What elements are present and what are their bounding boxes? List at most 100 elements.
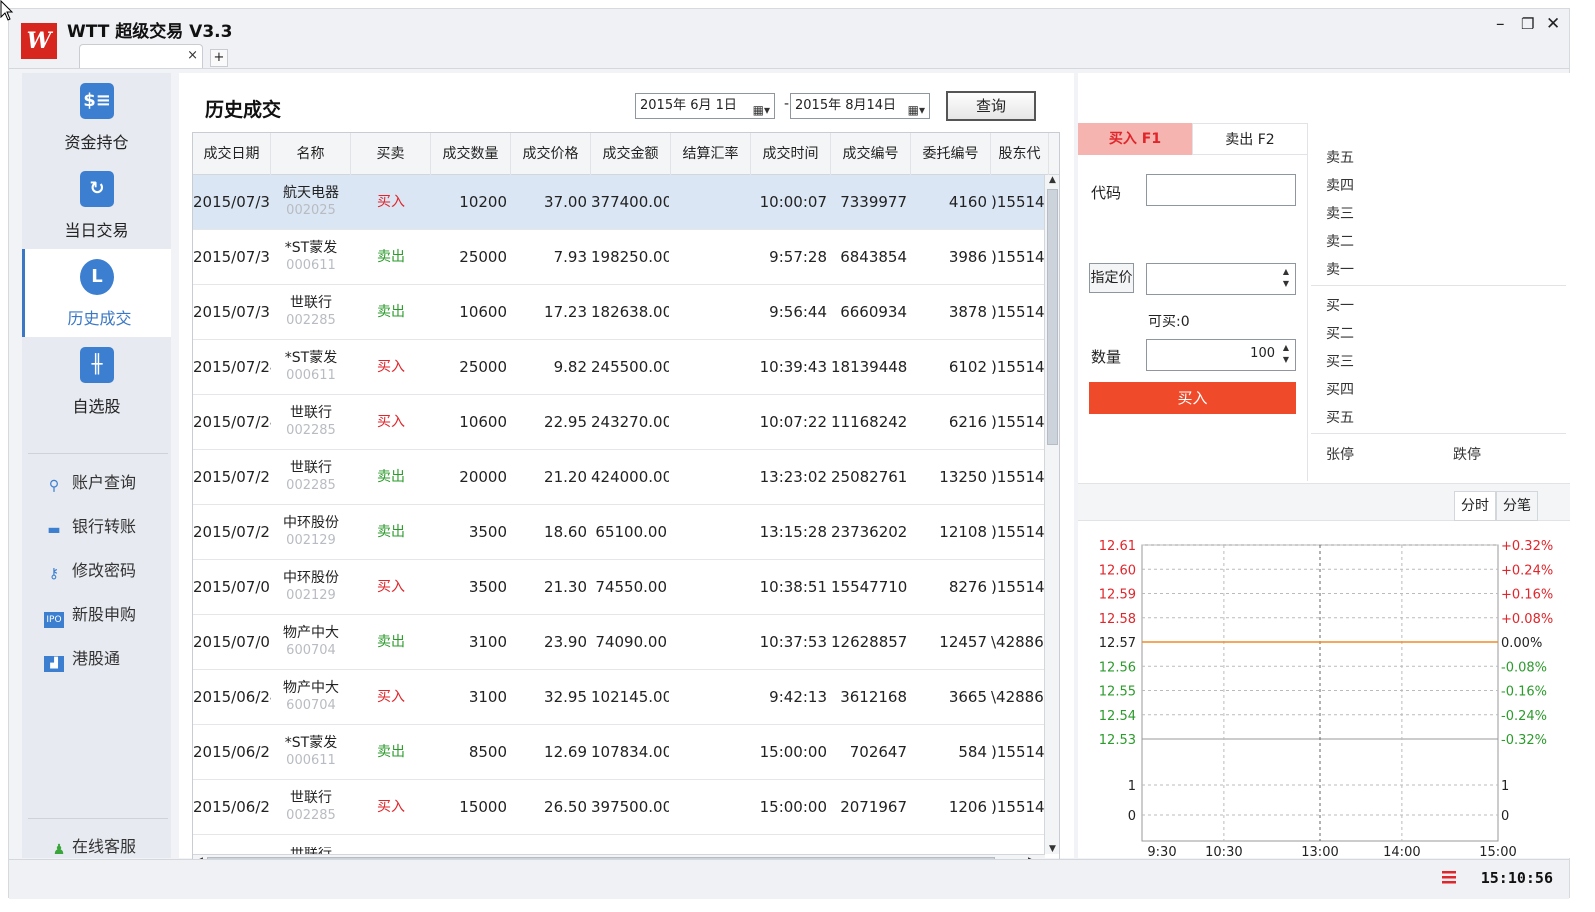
column-header[interactable]: 股东代	[991, 133, 1049, 175]
cell-order-no: 3986	[948, 248, 987, 266]
online-support-link[interactable]: ♟ 在线客服	[52, 833, 136, 859]
bid-level-label: 买五	[1326, 410, 1354, 426]
cell-time: 10:39:43	[759, 358, 827, 376]
menu-lines-icon[interactable]	[1441, 869, 1457, 885]
minimize-button[interactable]: –	[1496, 14, 1505, 34]
cell-holder: )15514	[991, 798, 1045, 816]
cell-rate	[671, 725, 749, 780]
y-tick-label: 12.61	[1099, 539, 1136, 554]
price-spinner[interactable]: ▲ ▼	[1279, 266, 1293, 290]
price-type-button[interactable]: 指定价	[1089, 263, 1134, 293]
table-row[interactable]: 2015/06/23 世联行 002285 买入 15000 26.50 397500.00…	[193, 780, 1045, 835]
quantity-input[interactable]: 100 ▲ ▼	[1146, 339, 1296, 371]
table-row[interactable]: 2015/07/23 世联行 002285 卖出 20000 21.20 424000.00…	[193, 450, 1045, 505]
cell-name: 物产中大 600704	[271, 670, 351, 725]
table-row[interactable]: 2015/06/23 *ST蒙发 000611 卖出 8500 12.69 107834.0…	[193, 725, 1045, 780]
tab-sell[interactable]: 卖出 F2	[1192, 123, 1308, 155]
cell-time: 15:00:00	[759, 798, 827, 816]
stock-code: 002285	[286, 478, 336, 493]
y-tick-label: 12.55	[1099, 685, 1136, 700]
scroll-up-icon[interactable]: ▲	[1049, 175, 1056, 185]
link-account-query[interactable]: ⚲ 账户查询	[44, 469, 136, 495]
bid-level-label: 买一	[1326, 298, 1354, 314]
cell-qty: 20000	[459, 468, 507, 486]
scroll-down-icon[interactable]: ▼	[1049, 844, 1056, 854]
y-tick-label-right: 0.00%	[1501, 636, 1542, 651]
tab-intraday[interactable]: 分时	[1454, 491, 1496, 521]
cell-qty: 3100	[468, 688, 507, 706]
close-button[interactable]: ✕	[1546, 14, 1560, 34]
nav-today-trades[interactable]: ↻ 当日交易	[22, 161, 171, 249]
buy-button[interactable]: 买入	[1089, 382, 1296, 414]
cell-time: 10:07:22	[759, 413, 827, 431]
cell-order-no: 13250	[939, 468, 987, 486]
volume-tick-label-right: 1	[1501, 779, 1509, 794]
cell-date: 2015/07/24	[193, 358, 271, 376]
stock-name: 物产中大	[283, 625, 339, 641]
sidebar: $≡ 资金持仓 ↻ 当日交易 L 历史成交 ╫ 自选股 ⚲ 账户查询 ▬ 银行转账 …	[22, 73, 171, 858]
scroll-thumb[interactable]	[1047, 189, 1058, 445]
cell-holder: )15514	[991, 193, 1045, 211]
cell-time: 10:38:51	[759, 578, 827, 596]
column-header[interactable]: 买卖	[351, 133, 431, 175]
cell-time: 9:56:44	[769, 303, 827, 321]
price-input[interactable]: ▲ ▼	[1146, 263, 1296, 295]
column-header[interactable]: 成交金额	[591, 133, 671, 175]
column-header[interactable]: 结算汇率	[671, 133, 751, 175]
link-change-password[interactable]: ⚷ 修改密码	[44, 557, 136, 583]
workspace-tab[interactable]: ×	[79, 44, 203, 68]
volume-tick-label: 1	[1128, 779, 1136, 794]
cell-amount: 102145.00	[591, 688, 669, 706]
stock-code: 002285	[286, 423, 336, 438]
tab-close-icon[interactable]: ×	[187, 48, 198, 63]
nav-watchlist[interactable]: ╫ 自选股	[22, 337, 171, 425]
restore-button[interactable]: ❐	[1521, 15, 1534, 33]
table-row[interactable]: 2015/07/24 世联行 002285 买入 10600 22.95 243270.00…	[193, 395, 1045, 450]
ask-level-label: 卖四	[1326, 178, 1354, 194]
column-header[interactable]: 成交时间	[751, 133, 831, 175]
quantity-spinner[interactable]: ▲ ▼	[1279, 342, 1293, 366]
tab-buy[interactable]: 买入 F1	[1078, 123, 1192, 155]
nav-history-trades[interactable]: L 历史成交	[22, 249, 171, 337]
link-hk-connect[interactable]: ▟ 港股通	[44, 645, 120, 672]
tab-ticks[interactable]: 分笔	[1496, 491, 1538, 521]
table-row[interactable]: 2015/07/31 航天电器 002025 买入 10200 37.00 377400.0…	[193, 175, 1045, 230]
column-header[interactable]: 成交价格	[511, 133, 591, 175]
column-header[interactable]: 成交日期	[193, 133, 271, 175]
table-row[interactable]: 2015/07/24 *ST蒙发 000611 买入 25000 9.82 245500.0…	[193, 340, 1045, 395]
column-header[interactable]: 名称	[271, 133, 351, 175]
add-tab-button[interactable]: +	[210, 49, 228, 67]
table-row[interactable]: 2015/07/01 中环股份 002129 买入 3500 21.30 74550.00 1…	[193, 560, 1045, 615]
link-label: 新股申购	[72, 605, 137, 624]
link-ipo-subscribe[interactable]: IPO 新股申购	[44, 601, 137, 628]
cell-side: 卖出	[377, 249, 405, 265]
cell-holder: )15514	[991, 743, 1045, 761]
vertical-scrollbar[interactable]: ▲ ▼	[1044, 175, 1059, 854]
column-header[interactable]: 成交数量	[431, 133, 511, 175]
stock-code: 000611	[286, 258, 336, 273]
table-row[interactable]: 世联行	[193, 835, 1045, 861]
code-input[interactable]	[1146, 174, 1296, 206]
link-bank-transfer[interactable]: ▬ 银行转账	[44, 513, 136, 539]
cell-side: 卖出	[377, 634, 405, 650]
table-row[interactable]: 2015/07/31 *ST蒙发 000611 卖出 25000 7.93 198250.0…	[193, 230, 1045, 285]
query-button[interactable]: 查询	[946, 91, 1036, 121]
calendar-dropdown-icon[interactable]: ▦▾	[908, 98, 925, 122]
nav-funds-positions[interactable]: $≡ 资金持仓	[22, 73, 171, 161]
stock-code: 000611	[286, 368, 336, 383]
cell-amount: 377400.00	[591, 193, 669, 211]
y-tick-label-right: +0.16%	[1501, 588, 1553, 603]
date-separator: -	[784, 96, 790, 112]
table-row[interactable]: 2015/07/23 中环股份 002129 卖出 3500 18.60 65100.00 1…	[193, 505, 1045, 560]
cell-holder: )15514	[991, 468, 1045, 486]
date-from-picker[interactable]: 2015年 6月 1日 ▦▾	[635, 93, 775, 119]
table-row[interactable]: 2015/06/24 物产中大 600704 买入 3100 32.95 102145.00…	[193, 670, 1045, 725]
table-row[interactable]: 2015/07/01 物产中大 600704 卖出 3100 23.90 74090.00 1…	[193, 615, 1045, 670]
date-to-picker[interactable]: 2015年 8月14日 ▦▾	[790, 93, 930, 119]
status-bar: 15:10:56	[9, 859, 1569, 899]
column-header[interactable]: 成交编号	[831, 133, 911, 175]
table-row[interactable]: 2015/07/31 世联行 002285 卖出 10600 17.23 182638.00…	[193, 285, 1045, 340]
ipo-icon: IPO	[44, 612, 64, 628]
calendar-dropdown-icon[interactable]: ▦▾	[753, 98, 770, 122]
column-header[interactable]: 委托编号	[911, 133, 991, 175]
